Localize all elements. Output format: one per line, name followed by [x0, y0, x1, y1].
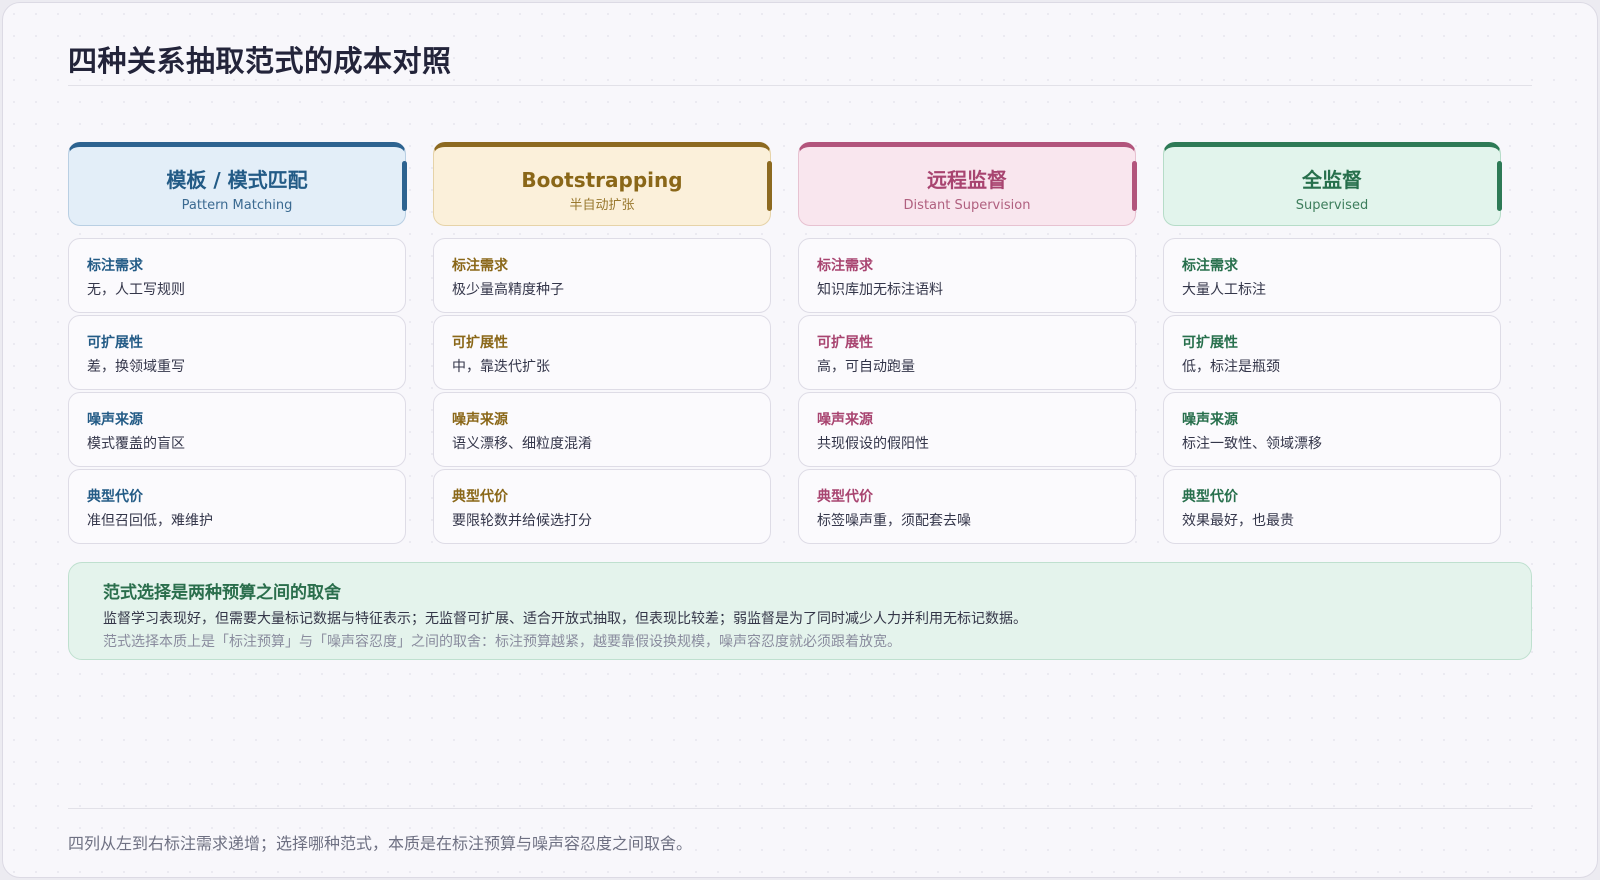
- page-title: 四种关系抽取范式的成本对照: [68, 44, 452, 78]
- card-label: 标注需求: [87, 258, 143, 274]
- card-label: 典型代价: [1182, 489, 1238, 505]
- card-noise-source: 噪声来源 模式覆盖的盲区: [68, 392, 406, 467]
- card-label: 典型代价: [452, 489, 508, 505]
- column-header: 模板 / 模式匹配 Pattern Matching: [68, 142, 407, 226]
- card-typical-cost: 典型代价 效果最好，也最贵: [1163, 469, 1501, 544]
- column-subtitle: Pattern Matching: [181, 198, 293, 213]
- summary-title: 范式选择是两种预算之间的取舍: [103, 583, 341, 603]
- card-label: 可扩展性: [1182, 335, 1238, 351]
- card-value: 准但召回低，难维护: [87, 513, 213, 529]
- card-label: 可扩展性: [452, 335, 508, 351]
- column-subtitle: Supervised: [1295, 198, 1369, 213]
- card-annotation-need: 标注需求 无，人工写规则: [68, 238, 406, 313]
- column-pattern-matching: 模板 / 模式匹配 Pattern Matching 标注需求 无，人工写规则 …: [68, 142, 407, 544]
- column-subtitle: 半自动扩张: [569, 198, 635, 213]
- card-noise-source: 噪声来源 标注一致性、领域漂移: [1163, 392, 1501, 467]
- card-value: 中，靠迭代扩张: [452, 359, 550, 375]
- card-noise-source: 噪声来源 共现假设的假阳性: [798, 392, 1136, 467]
- accent-bar: [1497, 161, 1502, 211]
- card-label: 可扩展性: [87, 335, 143, 351]
- column-distant-supervision: 远程监督 Distant Supervision 标注需求 知识库加无标注语料 …: [798, 142, 1137, 544]
- summary-note: 范式选择本质上是「标注预算」与「噪声容忍度」之间的取舍：标注预算越紧，越要靠假设…: [103, 634, 901, 650]
- card-annotation-need: 标注需求 极少量高精度种子: [433, 238, 771, 313]
- card-value: 差，换领域重写: [87, 359, 185, 375]
- card-label: 可扩展性: [817, 335, 873, 351]
- column-title: 全监督: [1302, 168, 1362, 192]
- footer-caption: 四列从左到右标注需求递增；选择哪种范式，本质是在标注预算与噪声容忍度之间取舍。: [68, 834, 693, 853]
- card-annotation-need: 标注需求 知识库加无标注语料: [798, 238, 1136, 313]
- card-value: 标注一致性、领域漂移: [1182, 436, 1322, 452]
- card-value: 标签噪声重，须配套去噪: [817, 513, 971, 529]
- card-scalability: 可扩展性 低，标注是瓶颈: [1163, 315, 1501, 390]
- column-title: Bootstrapping: [521, 168, 683, 192]
- accent-bar: [402, 161, 407, 211]
- footer-divider: [68, 808, 1532, 809]
- card-annotation-need: 标注需求 大量人工标注: [1163, 238, 1501, 313]
- card-label: 标注需求: [817, 258, 873, 274]
- column-title: 远程监督: [927, 168, 1007, 192]
- card-noise-source: 噪声来源 语义漂移、细粒度混淆: [433, 392, 771, 467]
- column-header: Bootstrapping 半自动扩张: [433, 142, 772, 226]
- accent-bar: [1132, 161, 1137, 211]
- card-label: 标注需求: [452, 258, 508, 274]
- column-header: 远程监督 Distant Supervision: [798, 142, 1137, 226]
- card-value: 极少量高精度种子: [452, 282, 564, 298]
- card-value: 无，人工写规则: [87, 282, 185, 298]
- card-value: 语义漂移、细粒度混淆: [452, 436, 592, 452]
- column-bootstrapping: Bootstrapping 半自动扩张 标注需求 极少量高精度种子 可扩展性 中…: [433, 142, 772, 544]
- card-label: 典型代价: [87, 489, 143, 505]
- card-typical-cost: 典型代价 标签噪声重，须配套去噪: [798, 469, 1136, 544]
- title-divider: [68, 85, 1532, 86]
- card-label: 典型代价: [817, 489, 873, 505]
- card-typical-cost: 典型代价 要限轮数并给候选打分: [433, 469, 771, 544]
- card-value: 要限轮数并给候选打分: [452, 513, 592, 529]
- card-scalability: 可扩展性 高，可自动跑量: [798, 315, 1136, 390]
- card-typical-cost: 典型代价 准但召回低，难维护: [68, 469, 406, 544]
- card-scalability: 可扩展性 差，换领域重写: [68, 315, 406, 390]
- card-value: 知识库加无标注语料: [817, 282, 943, 298]
- summary-text: 监督学习表现好，但需要大量标记数据与特征表示；无监督可扩展、适合开放式抽取，但表…: [103, 611, 1027, 627]
- card-value: 低，标注是瓶颈: [1182, 359, 1280, 375]
- summary-callout: 范式选择是两种预算之间的取舍 监督学习表现好，但需要大量标记数据与特征表示；无监…: [68, 562, 1532, 660]
- card-label: 噪声来源: [452, 412, 508, 428]
- accent-bar: [767, 161, 772, 211]
- column-supervised: 全监督 Supervised 标注需求 大量人工标注 可扩展性 低，标注是瓶颈 …: [1163, 142, 1502, 544]
- card-label: 标注需求: [1182, 258, 1238, 274]
- card-label: 噪声来源: [817, 412, 873, 428]
- column-title: 模板 / 模式匹配: [166, 168, 308, 192]
- column-header: 全监督 Supervised: [1163, 142, 1502, 226]
- card-value: 大量人工标注: [1182, 282, 1266, 298]
- column-subtitle: Distant Supervision: [903, 198, 1031, 213]
- card-label: 噪声来源: [87, 412, 143, 428]
- card-value: 高，可自动跑量: [817, 359, 915, 375]
- card-value: 模式覆盖的盲区: [87, 436, 185, 452]
- card-scalability: 可扩展性 中，靠迭代扩张: [433, 315, 771, 390]
- card-value: 效果最好，也最贵: [1182, 513, 1294, 529]
- card-value: 共现假设的假阳性: [817, 436, 929, 452]
- card-label: 噪声来源: [1182, 412, 1238, 428]
